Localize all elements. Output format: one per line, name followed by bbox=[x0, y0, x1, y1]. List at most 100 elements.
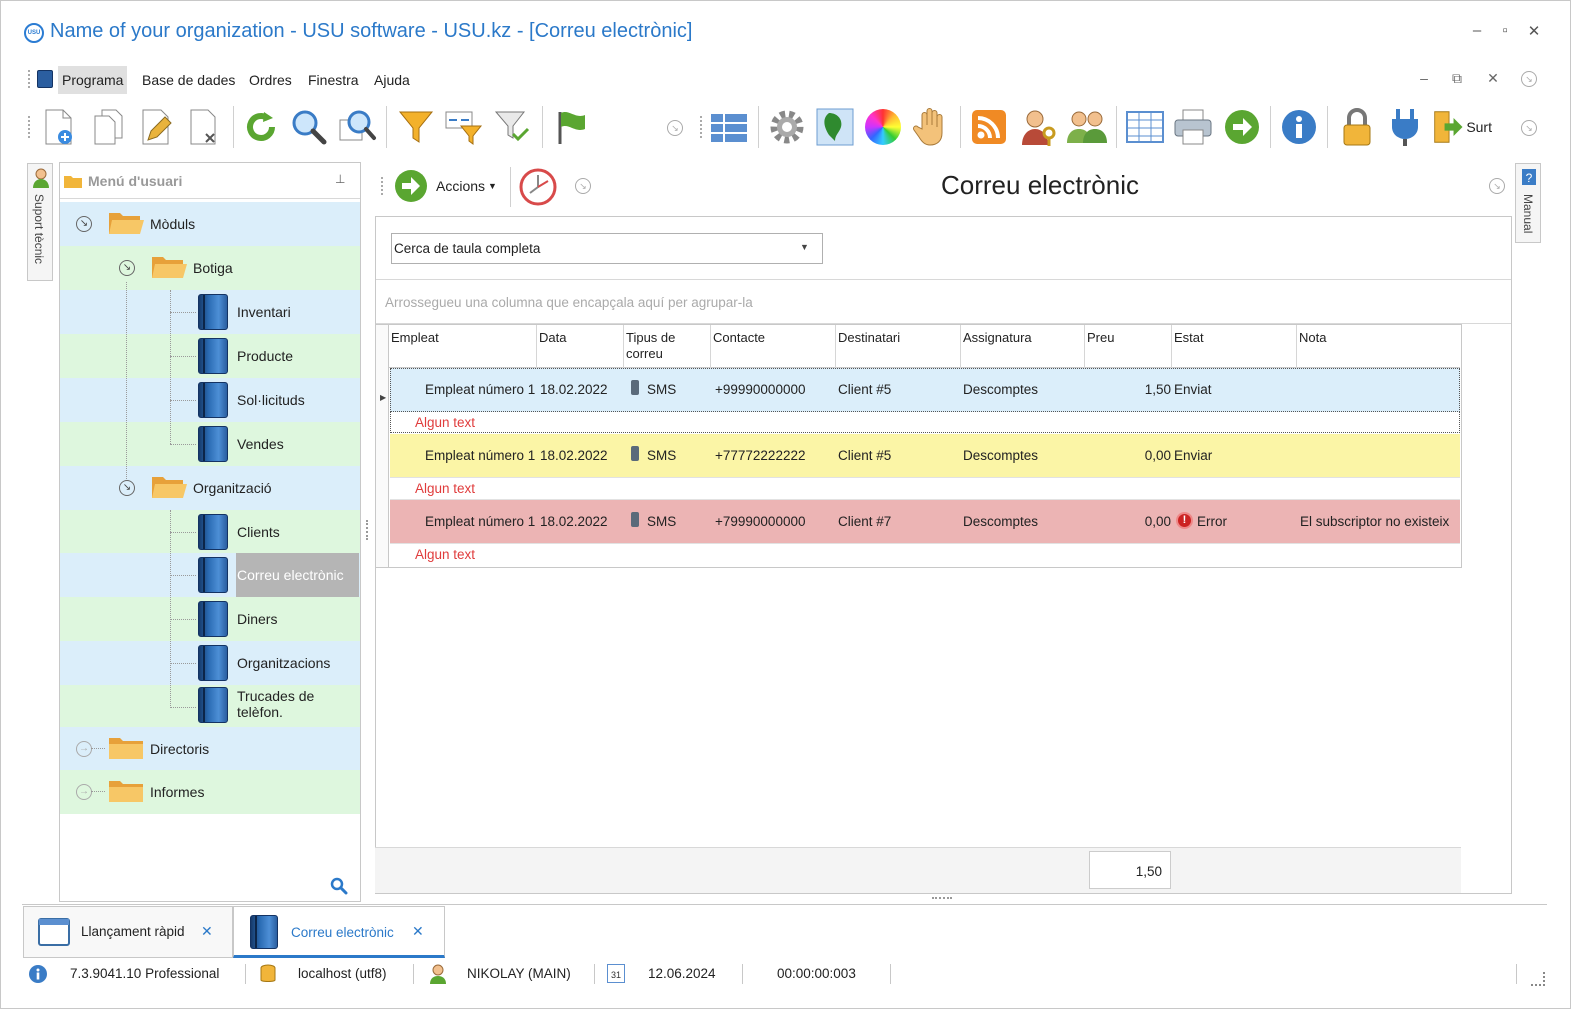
table-icon[interactable] bbox=[1124, 105, 1166, 149]
tree-item-modules[interactable]: ↘ Mòduls bbox=[60, 202, 360, 246]
cell-subject: Descomptes bbox=[963, 382, 1039, 397]
horizontal-splitter[interactable] bbox=[932, 897, 952, 899]
book-icon bbox=[198, 426, 228, 462]
menu-search-icon[interactable] bbox=[330, 877, 348, 895]
advanced-search-icon[interactable] bbox=[336, 105, 378, 149]
support-tab[interactable]: Suport tècnic bbox=[27, 163, 53, 281]
expand-icon[interactable]: → bbox=[76, 741, 92, 757]
cell-contact: +77772222222 bbox=[715, 448, 806, 463]
mdi-restore-button[interactable]: ⧉ bbox=[1448, 70, 1466, 87]
title-overflow-icon[interactable]: ↘ bbox=[1489, 178, 1505, 194]
settings-gear-icon[interactable] bbox=[766, 105, 808, 149]
timer-clock-icon[interactable] bbox=[518, 167, 558, 207]
resize-grip[interactable] bbox=[1531, 972, 1545, 986]
search-icon[interactable] bbox=[288, 105, 330, 149]
menu-programa[interactable]: Programa bbox=[58, 66, 128, 94]
print-icon[interactable] bbox=[1172, 105, 1214, 149]
tree-item-sales[interactable]: Vendes bbox=[60, 422, 360, 466]
collapse-icon[interactable]: ↘ bbox=[119, 260, 135, 276]
grid-layout-icon[interactable] bbox=[708, 105, 750, 149]
column-header-mail-type[interactable]: Tipus de correu bbox=[624, 325, 711, 368]
collapse-icon[interactable]: ↘ bbox=[76, 216, 92, 232]
cell-mail-type: SMS bbox=[647, 514, 677, 529]
info-icon[interactable] bbox=[1278, 105, 1320, 149]
actions-button[interactable]: Accions ▼ bbox=[393, 167, 497, 205]
filter-field-icon[interactable] bbox=[442, 105, 484, 149]
tree-item-shop[interactable]: ↘ Botiga bbox=[60, 246, 360, 290]
column-header-recipient[interactable]: Destinatari bbox=[836, 325, 961, 368]
collapse-icon[interactable]: ↘ bbox=[119, 480, 135, 496]
minimize-button[interactable]: – bbox=[1467, 22, 1487, 39]
tab-quick-launch[interactable]: Llançament ràpid ✕ bbox=[23, 906, 233, 958]
map-icon[interactable] bbox=[814, 105, 856, 149]
tree-item-calls[interactable]: Trucades de telèfon. bbox=[60, 685, 360, 729]
tree-item-directories[interactable]: → Directoris bbox=[60, 727, 360, 771]
users-group-icon[interactable] bbox=[1066, 105, 1108, 149]
menu-grip[interactable] bbox=[28, 70, 30, 88]
toolbar-overflow-right-icon[interactable]: ↘ bbox=[1521, 120, 1537, 136]
refresh-icon[interactable] bbox=[240, 105, 282, 149]
clear-filter-icon[interactable] bbox=[492, 105, 534, 149]
current-row-icon: ▶ bbox=[380, 393, 387, 402]
add-record-icon[interactable] bbox=[38, 105, 80, 149]
column-header-note[interactable]: Nota bbox=[1297, 325, 1460, 368]
tree-item-inventory[interactable]: Inventari bbox=[60, 290, 360, 334]
menu-ordres[interactable]: Ordres bbox=[245, 66, 296, 94]
column-header-status[interactable]: Estat bbox=[1172, 325, 1297, 368]
toolbar-overflow-icon[interactable]: ↘ bbox=[667, 120, 683, 136]
tree-item-clients[interactable]: Clients bbox=[60, 510, 360, 554]
search-scope-select[interactable]: Cerca de taula completa ▼ bbox=[391, 233, 823, 264]
svg-text:?: ? bbox=[1526, 171, 1533, 185]
forward-icon[interactable] bbox=[1221, 105, 1263, 149]
expand-icon[interactable]: → bbox=[76, 784, 92, 800]
edit-record-icon[interactable] bbox=[136, 105, 178, 149]
lock-icon[interactable] bbox=[1336, 105, 1378, 149]
column-header-contact[interactable]: Contacte bbox=[711, 325, 836, 368]
book-icon bbox=[198, 687, 228, 723]
panel-splitter[interactable] bbox=[366, 520, 368, 540]
column-header-employee[interactable]: Empleat bbox=[389, 325, 537, 368]
tab-email[interactable]: Correu electrònic ✕ bbox=[233, 906, 445, 958]
flag-icon[interactable] bbox=[550, 105, 592, 149]
actions-grip[interactable] bbox=[381, 177, 383, 195]
filter-icon[interactable] bbox=[395, 105, 437, 149]
exit-button[interactable]: Surt bbox=[1432, 105, 1492, 149]
column-header-price[interactable]: Preu bbox=[1085, 325, 1172, 368]
menu-overflow-icon[interactable]: ↘ bbox=[1521, 71, 1537, 87]
tree-item-reports[interactable]: → Informes bbox=[60, 770, 360, 814]
tree-item-organizations[interactable]: Organitzacions bbox=[60, 641, 360, 685]
user-key-icon[interactable] bbox=[1018, 105, 1060, 149]
server-text: localhost (utf8) bbox=[298, 966, 387, 981]
plugin-icon[interactable] bbox=[1384, 105, 1426, 149]
tab-close-icon[interactable]: ✕ bbox=[201, 923, 213, 940]
tree-item-money[interactable]: Diners bbox=[60, 597, 360, 641]
tree-item-organization[interactable]: ↘ Organització bbox=[60, 466, 360, 510]
toolbar2-grip[interactable] bbox=[700, 116, 702, 138]
actions-overflow-icon[interactable]: ↘ bbox=[575, 178, 591, 194]
menu-ajuda[interactable]: Ajuda bbox=[370, 66, 414, 94]
tree-item-email[interactable]: Correu electrònic bbox=[60, 553, 360, 597]
delete-record-icon[interactable] bbox=[184, 105, 226, 149]
menu-finestra[interactable]: Finestra bbox=[304, 66, 363, 94]
folder-icon bbox=[109, 781, 143, 802]
mdi-minimize-button[interactable]: – bbox=[1415, 70, 1433, 86]
close-button[interactable]: ✕ bbox=[1524, 22, 1544, 40]
tab-close-icon[interactable]: ✕ bbox=[412, 923, 424, 940]
hand-icon[interactable] bbox=[910, 105, 952, 149]
row-preview-text: Algun text bbox=[415, 415, 476, 430]
rss-icon[interactable] bbox=[968, 105, 1010, 149]
column-header-date[interactable]: Data bbox=[537, 325, 624, 368]
color-wheel-icon[interactable] bbox=[862, 105, 904, 149]
manual-tab[interactable]: ? Manual bbox=[1515, 163, 1541, 243]
tree-item-requests[interactable]: Sol·licituds bbox=[60, 378, 360, 422]
column-header-subject[interactable]: Assignatura bbox=[961, 325, 1085, 368]
copy-record-icon[interactable] bbox=[88, 105, 130, 149]
tree-item-product[interactable]: Producte bbox=[60, 334, 360, 378]
toolbar-grip[interactable] bbox=[28, 116, 30, 138]
cell-employee: Empleat número 1 bbox=[425, 448, 536, 463]
pin-icon[interactable]: ⊥ bbox=[335, 172, 345, 186]
actions-arrow-icon bbox=[395, 170, 427, 202]
mdi-close-button[interactable]: ✕ bbox=[1484, 70, 1502, 87]
menu-base-de-dades[interactable]: Base de dades bbox=[138, 66, 239, 94]
maximize-button[interactable]: ▫ bbox=[1495, 22, 1515, 39]
